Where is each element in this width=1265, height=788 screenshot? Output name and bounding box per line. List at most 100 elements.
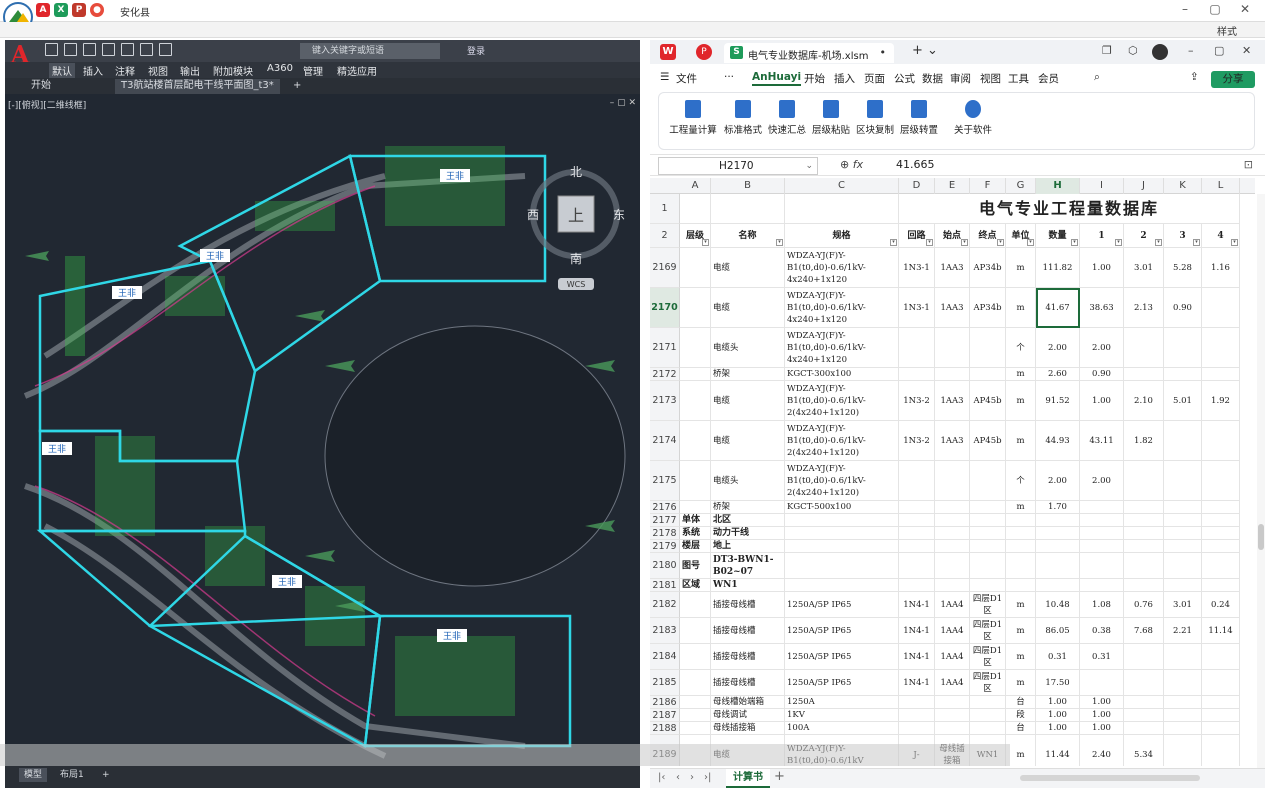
filter-dropdown-icon[interactable]: ▾ [1231,239,1238,246]
zone-label[interactable]: 王非 [278,576,296,588]
table-cell[interactable] [1202,288,1240,328]
minimize-button[interactable]: – [1170,2,1200,20]
table-cell[interactable] [680,501,711,514]
table-cell[interactable] [1164,644,1202,670]
filter-dropdown-icon[interactable]: ▾ [997,239,1004,246]
table-cell[interactable] [935,722,970,735]
table-cell[interactable]: 母线槽始端箱 [711,696,785,709]
table-cell[interactable]: 插接母线槽 [711,592,785,618]
table-cell[interactable]: 电缆 [711,248,785,288]
table-cell[interactable]: 1AA4 [935,670,970,696]
table-cell[interactable] [970,527,1006,540]
column-header-e[interactable]: E [935,178,970,194]
cad-layout-tab-layout1[interactable]: 布局1 [55,768,89,782]
table-header-cell[interactable]: 回路 ▾ [899,224,935,248]
filter-dropdown-icon[interactable]: ▾ [1027,239,1034,246]
row-header[interactable]: 2182 [650,592,680,618]
table-cell[interactable] [1202,722,1240,735]
table-cell[interactable] [680,670,711,696]
table-cell[interactable] [899,501,935,514]
table-cell[interactable]: 17.50 [1036,670,1080,696]
table-cell[interactable] [1164,540,1202,553]
table-cell[interactable] [680,709,711,722]
viewcube-west[interactable]: 西 [527,208,539,222]
table-cell[interactable] [1164,553,1202,579]
table-cell[interactable]: 1250A/5P IP65 [785,592,899,618]
table-cell[interactable]: WDZA-YJ(F)Y-B1(t0,d0)-0.6/1kV-2(4x240+1x… [785,461,899,501]
table-cell[interactable]: 7.68 [1124,618,1164,644]
row-header[interactable]: 2173 [650,381,680,421]
table-cell[interactable]: 1N3-1 [899,248,935,288]
ws-menu-hamburger-icon[interactable]: ☰ [660,71,669,83]
row-header[interactable]: 2175 [650,461,680,501]
table-cell[interactable] [1202,328,1240,368]
undo-icon[interactable] [140,43,153,56]
viewcube-east[interactable]: 东 [613,208,625,222]
cad-tab-output[interactable]: 输出 [180,63,200,78]
table-cell[interactable] [1080,514,1124,527]
sheet-nav-prev-icon[interactable]: ‹ [676,772,680,783]
table-cell[interactable]: 电缆头 [711,461,785,501]
cad-tab-default[interactable]: 默认 [49,63,75,78]
table-cell[interactable]: 电缆头 [711,328,785,368]
table-cell[interactable] [935,461,970,501]
cad-tab-addins[interactable]: 附加模块 [213,63,253,78]
table-cell[interactable] [899,553,935,579]
table-cell[interactable]: m [1006,381,1036,421]
cad-login-button[interactable]: 登录 [467,44,485,57]
filter-dropdown-icon[interactable]: ▾ [702,239,709,246]
table-cell[interactable] [1080,527,1124,540]
spreadsheet-grid[interactable]: A B C D E F G H I J K L 1 电气专业工程量数据库 2 层级 ▾ 名称 ▾ 规格 ▾ 回路 ▾ 始点 ▾ 终… [650,178,1255,766]
table-cell[interactable] [1202,670,1240,696]
fx-icon[interactable]: ⊕ fx [840,158,863,171]
table-cell[interactable] [1202,696,1240,709]
table-cell[interactable] [1036,527,1080,540]
table-cell[interactable]: 1N4-1 [899,618,935,644]
table-cell[interactable]: 个 [1006,328,1036,368]
table-cell[interactable] [970,553,1006,579]
ws-share-button[interactable]: 分享 [1211,71,1255,88]
table-cell[interactable] [680,421,711,461]
table-cell[interactable]: 100A [785,722,899,735]
sheet-nav-first-icon[interactable]: |‹ [658,772,665,783]
table-cell[interactable] [935,328,970,368]
table-cell[interactable] [1124,461,1164,501]
column-header-a[interactable]: A [680,178,711,194]
table-cell[interactable] [1124,644,1164,670]
table-cell[interactable]: 1N3-2 [899,421,935,461]
ws-menu-anhuayi[interactable]: AnHuayi [752,71,802,86]
cad-doc-tab-start[interactable]: 开始 [25,79,57,94]
row-header[interactable]: 2169 [650,248,680,288]
table-cell[interactable] [1202,579,1240,592]
table-cell[interactable]: 母线调试 [711,709,785,722]
cad-drawing-canvas[interactable]: 王非 王非 王非 王非 王非 王非 上 北 南 东 西 WCS [5,106,640,766]
table-cell[interactable]: 电缆 [711,421,785,461]
ribbon-level-transpose-button[interactable]: 层级转置 [891,100,947,136]
column-header-h[interactable]: H [1036,178,1080,194]
table-cell[interactable]: m [1006,592,1036,618]
table-cell[interactable]: 动力干线 [711,527,785,540]
table-cell[interactable] [1164,670,1202,696]
table-cell[interactable] [1164,696,1202,709]
table-cell[interactable]: WDZA-YJ(F)Y-B1(t0,d0)-0.6/1kV-4x240+1x12… [785,248,899,288]
table-cell[interactable]: 1.16 [1202,248,1240,288]
row-header[interactable]: 2171 [650,328,680,368]
column-header-l[interactable]: L [1202,178,1240,194]
table-cell[interactable]: 1.00 [1080,248,1124,288]
table-cell[interactable] [1164,421,1202,461]
filter-dropdown-icon[interactable]: ▾ [926,239,933,246]
table-cell[interactable] [1164,579,1202,592]
table-cell[interactable]: 111.82 [1036,248,1080,288]
table-cell[interactable] [1202,527,1240,540]
table-cell[interactable] [680,381,711,421]
table-cell[interactable]: m [1006,670,1036,696]
column-header-f[interactable]: F [970,178,1006,194]
column-header-k[interactable]: K [1164,178,1202,194]
table-cell[interactable] [935,514,970,527]
table-header-cell[interactable]: 规格 ▾ [785,224,899,248]
table-cell[interactable] [680,644,711,670]
table-header-cell[interactable]: 单位 ▾ [1006,224,1036,248]
ws-cube-icon[interactable]: ⬡ [1128,44,1138,57]
table-cell[interactable] [899,368,935,381]
pdf-taskbar-icon[interactable]: P [72,3,86,17]
